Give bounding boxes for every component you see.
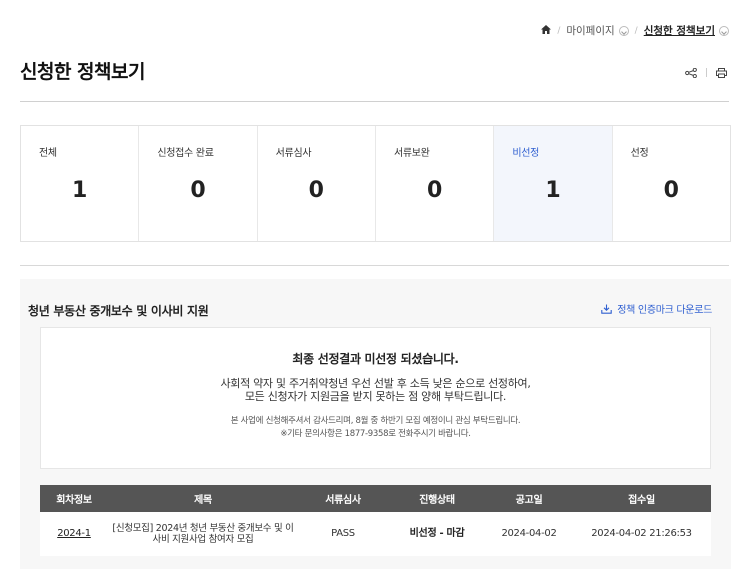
download-icon — [601, 304, 612, 314]
result-note: 본 사업에 신청해주셔서 감사드리며, 8월 중 하반기 모집 예정이니 관심 … — [41, 415, 710, 441]
row-status: 비선정 - 마감 — [388, 512, 486, 556]
result-box: 최종 선정결과 미선정 되셨습니다. 사회적 약자 및 주거취약청년 우선 선발… — [40, 327, 711, 469]
status-not-selected[interactable]: 비선정 1 — [494, 126, 613, 241]
policy-title: 청년 부동산 중개보수 및 이사비 지원 — [28, 304, 209, 318]
result-message-line: 모든 신청자가 지원금을 받지 못하는 점 양해 부탁드립니다. — [244, 390, 507, 403]
section-divider — [20, 265, 729, 266]
table-row: 2024-1 [신청모집] 2024년 청년 부동산 중개보수 및 이사비 지원… — [40, 512, 711, 556]
status-doc-supplement[interactable]: 서류보완 0 — [376, 126, 495, 241]
breadcrumb-separator: / — [557, 25, 561, 36]
status-label: 선정 — [630, 148, 649, 159]
row-title: [신청모집] 2024년 청년 부동산 중개보수 및 이사비 지원사업 참여자 … — [108, 512, 298, 556]
breadcrumb-separator: / — [634, 25, 638, 36]
status-label: 신청접수 완료 — [157, 148, 214, 159]
status-count: 0 — [663, 178, 679, 203]
column-header: 회차정보 — [40, 485, 108, 512]
column-header: 서류심사 — [298, 485, 388, 512]
history-table: 회차정보 제목 서류심사 진행상태 공고일 접수일 2024-1 [신청모집] … — [40, 485, 711, 556]
column-header: 공고일 — [486, 485, 572, 512]
column-header: 진행상태 — [388, 485, 486, 512]
status-selected[interactable]: 선정 0 — [613, 126, 730, 241]
round-link[interactable]: 2024-1 — [40, 512, 108, 556]
home-icon[interactable] — [541, 24, 552, 37]
breadcrumb: / 마이페이지 / 신청한 정책보기 — [541, 23, 729, 38]
result-note-line: ※기타 문의사항은 1877-9358로 전화주시기 바랍니다. — [280, 429, 471, 439]
breadcrumb-item-mypage[interactable]: 마이페이지 — [566, 23, 614, 38]
tool-divider — [706, 68, 707, 77]
status-summary: 전체 1 신청접수 완료 0 서류심사 0 서류보완 0 비선정 1 선정 0 — [20, 125, 731, 242]
print-icon[interactable] — [716, 63, 727, 82]
result-message: 사회적 약자 및 주거취약청년 우선 선발 후 소득 낮은 순으로 선정하여, … — [41, 377, 710, 403]
status-count: 0 — [190, 178, 206, 203]
result-note-line: 본 사업에 신청해주셔서 감사드리며, 8월 중 하반기 모집 예정이니 관심 … — [230, 416, 521, 426]
column-header: 제목 — [108, 485, 298, 512]
status-total[interactable]: 전체 1 — [21, 126, 140, 241]
table-header-row: 회차정보 제목 서류심사 진행상태 공고일 접수일 — [40, 485, 711, 512]
row-notice-date: 2024-04-02 — [486, 512, 572, 556]
status-doc-review[interactable]: 서류심사 0 — [258, 126, 376, 241]
result-heading: 최종 선정결과 미선정 되셨습니다. — [292, 352, 459, 366]
status-count: 0 — [426, 178, 443, 203]
breadcrumb-item-current[interactable]: 신청한 정책보기 — [644, 23, 715, 38]
certification-download-link[interactable]: 정책 인증마크 다운로드 — [601, 301, 712, 316]
chevron-down-icon[interactable] — [618, 25, 629, 36]
share-icon[interactable] — [685, 63, 697, 82]
status-label: 비선정 — [512, 148, 540, 159]
download-label: 정책 인증마크 다운로드 — [617, 305, 712, 316]
page-title: 신청한 정책보기 — [20, 61, 145, 83]
row-received-date: 2024-04-02 21:26:53 — [572, 512, 711, 556]
status-count: 1 — [72, 178, 88, 203]
status-label: 전체 — [39, 148, 57, 159]
status-label: 서류보완 — [393, 148, 430, 159]
chevron-down-icon[interactable] — [719, 25, 729, 36]
result-message-line: 사회적 약자 및 주거취약청년 우선 선발 후 소득 낮은 순으로 선정하여, — [220, 377, 531, 390]
status-label: 서류심사 — [275, 148, 312, 159]
status-count: 1 — [545, 178, 561, 203]
policy-card: 청년 부동산 중개보수 및 이사비 지원 정책 인증마크 다운로드 최종 선정결… — [20, 279, 731, 569]
page-tools — [685, 63, 727, 82]
status-count: 0 — [308, 178, 324, 203]
status-received[interactable]: 신청접수 완료 0 — [139, 126, 258, 241]
row-doc-review: PASS — [298, 512, 388, 556]
title-divider — [20, 101, 729, 102]
column-header: 접수일 — [572, 485, 711, 512]
